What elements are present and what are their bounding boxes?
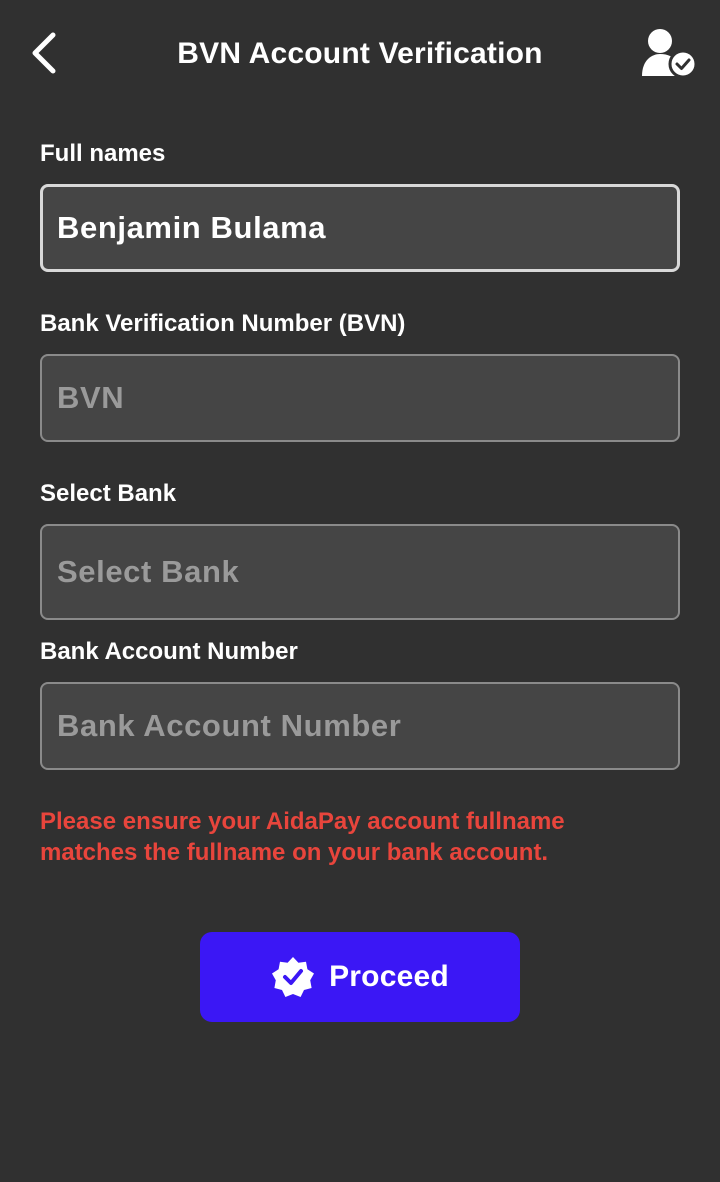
full-names-input[interactable]: Benjamin Bulama bbox=[40, 184, 680, 272]
bvn-placeholder: BVN bbox=[57, 380, 125, 415]
proceed-button[interactable]: Proceed bbox=[200, 932, 520, 1022]
account-number-input[interactable]: Bank Account Number bbox=[40, 682, 680, 770]
user-verified-icon bbox=[642, 29, 698, 79]
bvn-input[interactable]: BVN bbox=[40, 354, 680, 442]
full-names-value: Benjamin Bulama bbox=[57, 210, 327, 245]
account-number-placeholder: Bank Account Number bbox=[57, 708, 402, 743]
proceed-label: Proceed bbox=[329, 960, 449, 993]
account-number-label: Bank Account Number bbox=[40, 638, 298, 665]
app-header: BVN Account Verification bbox=[0, 0, 720, 110]
verified-badge-icon bbox=[272, 957, 315, 997]
fullname-warning-text: Please ensure your AidaPay account fulln… bbox=[40, 808, 565, 866]
bvn-label: Bank Verification Number (BVN) bbox=[40, 310, 406, 337]
select-bank-placeholder: Select Bank bbox=[57, 554, 240, 589]
full-names-label: Full names bbox=[40, 140, 166, 167]
account-status-button[interactable] bbox=[640, 26, 700, 82]
select-bank-label: Select Bank bbox=[40, 480, 177, 507]
page-title: BVN Account Verification bbox=[177, 37, 543, 70]
select-bank-dropdown[interactable]: Select Bank bbox=[40, 524, 680, 620]
